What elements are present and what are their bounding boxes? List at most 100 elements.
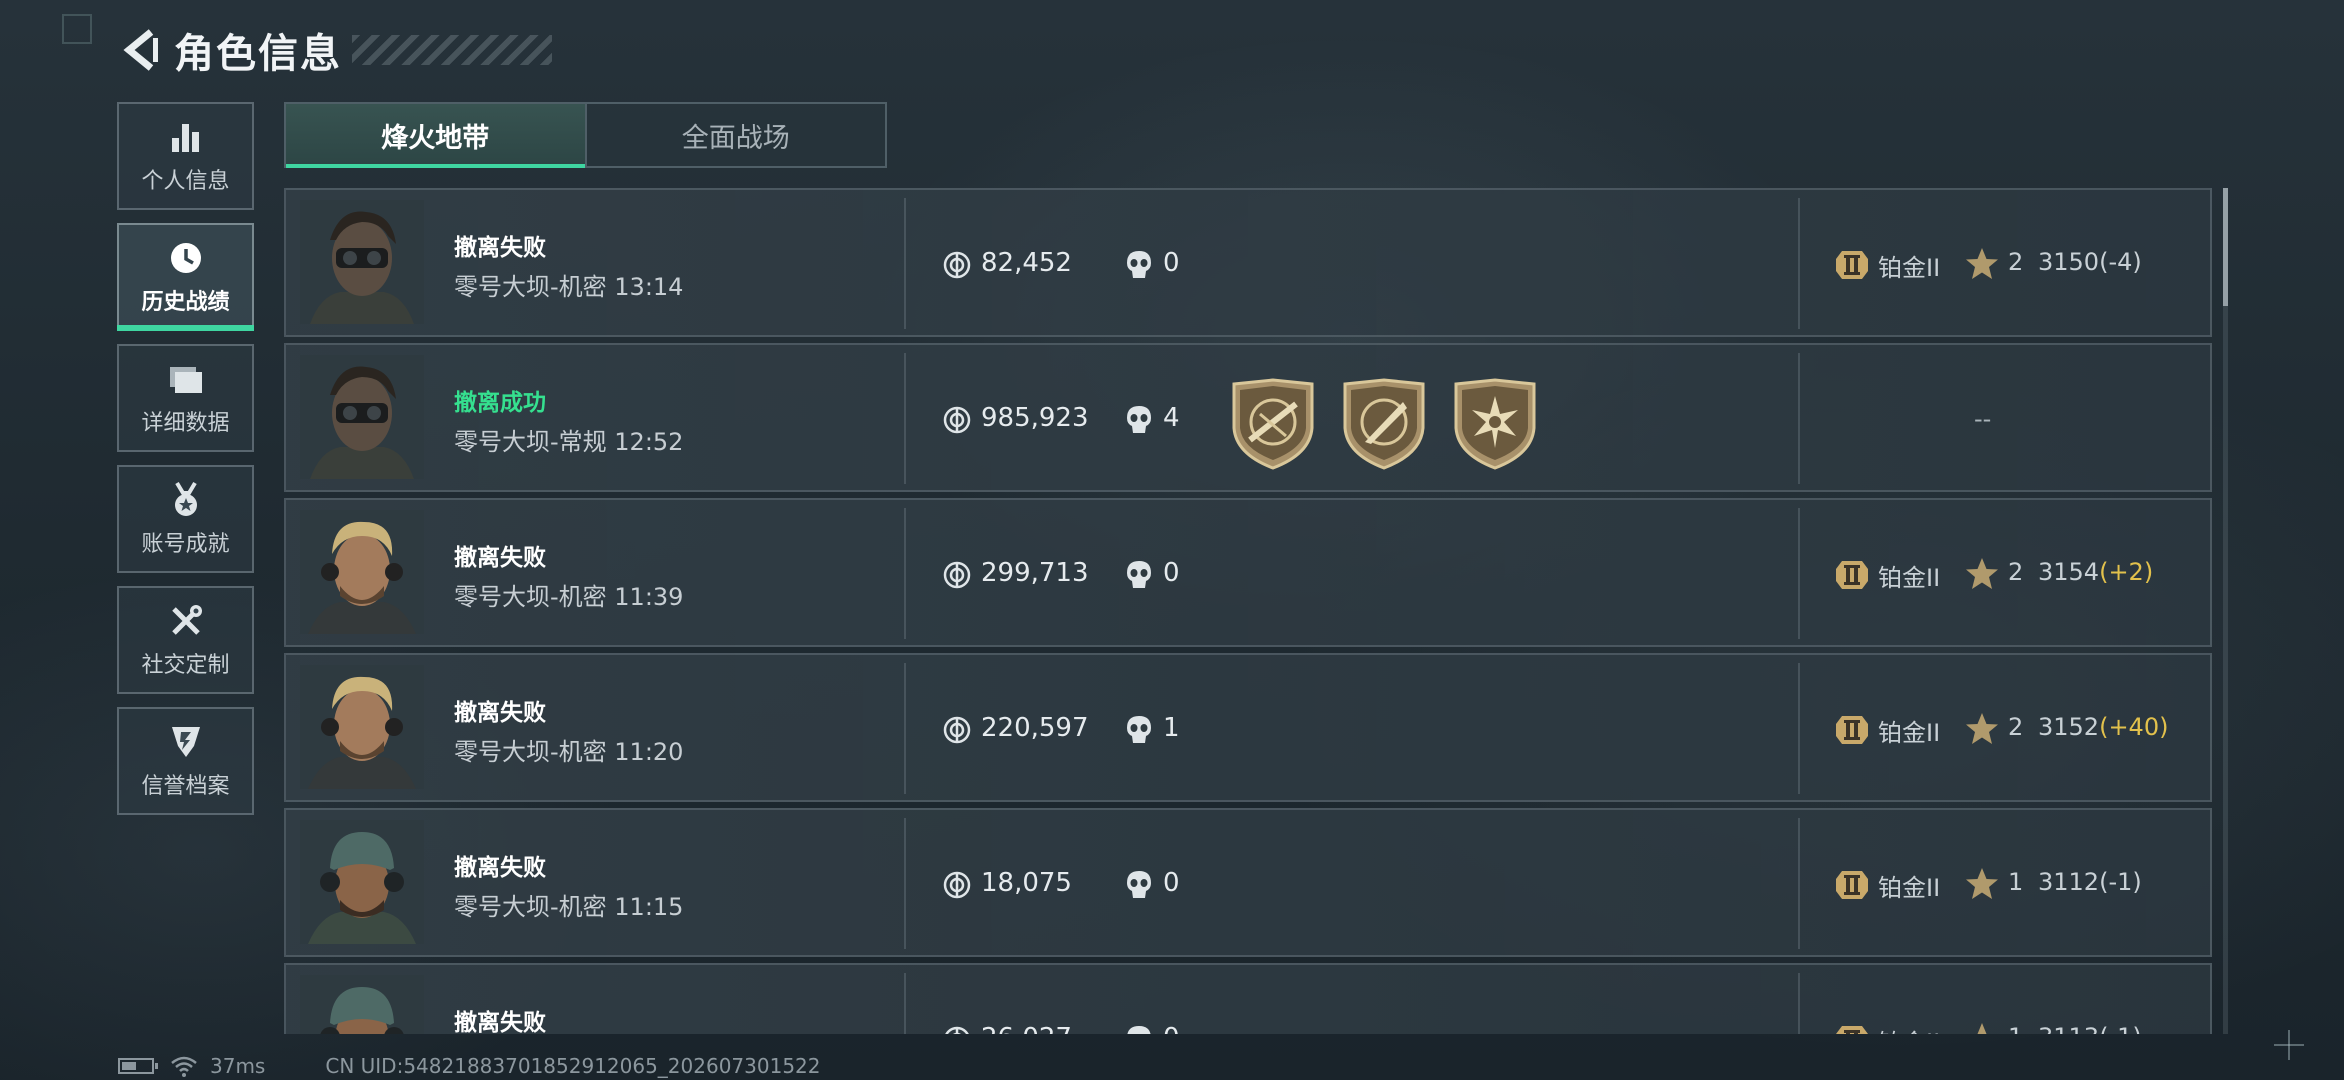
rank-placeholder: -- [1974, 405, 1992, 433]
rifle-medal-icon[interactable] [1230, 378, 1316, 470]
platinum-rank-icon [1836, 716, 1868, 744]
map-and-time: 零号大坝-机密 11:39 [454, 583, 684, 611]
row-divider [904, 663, 906, 794]
match-history-list[interactable]: 撤离失败 零号大坝-机密 13:14 82,452 0 铂金II 2 3150(… [284, 188, 2212, 1034]
row-divider [1798, 818, 1800, 949]
rank-name: 铂金II [1878, 254, 1941, 282]
row-divider [1798, 198, 1800, 329]
knife-medal-icon[interactable] [1341, 378, 1427, 470]
title-decoration [352, 35, 552, 65]
sidebar-item-label: 账号成就 [141, 532, 230, 557]
platinum-rank-icon [1836, 871, 1868, 899]
skull-icon [1127, 251, 1151, 278]
row-divider [904, 198, 906, 329]
score-delta: (-1) [2099, 868, 2142, 896]
user-uid: CN UID:548218837018529120​65_20260730152… [325, 1054, 821, 1078]
coin-icon [943, 561, 971, 589]
star-icon [1977, 1023, 1987, 1034]
scrollbar-thumb[interactable] [2223, 188, 2228, 306]
battery-icon [118, 1058, 158, 1074]
skull-icon [1127, 561, 1151, 588]
rank-stars: 1 [2008, 868, 2024, 896]
score-delta: (-4) [2099, 248, 2142, 276]
score-value: 3154 [2038, 558, 2100, 586]
rank-name: 铂金II [1878, 1023, 1940, 1034]
map-and-time: 零号大坝-机密 11:20 [454, 738, 684, 766]
skull-icon [1127, 871, 1151, 898]
operator-cap-avatar [300, 975, 424, 1034]
operator-blond-avatar [300, 510, 424, 634]
medal-icon [166, 480, 206, 520]
rank-name: 铂金II [1878, 719, 1941, 747]
sidebar-item-achievements[interactable]: 账号成就 [117, 465, 254, 573]
skull-icon [1127, 1026, 1151, 1034]
kill-count: 0 [1163, 248, 1180, 278]
extraction-result: 撤离失败 [454, 235, 546, 261]
sidebar-item-label: 社交定制 [141, 653, 230, 678]
status-footer: 37ms CN UID:548218837018529120​65_202607… [118, 1052, 821, 1080]
match-row[interactable]: 撤离失败 零号大坝-机密 11:15 18,075 0 铂金II 1 3112(… [284, 808, 2212, 957]
row-divider [1798, 973, 1800, 1034]
platinum-rank-icon [1836, 561, 1868, 589]
corner-plus-decoration [2274, 1030, 2304, 1060]
row-divider [1798, 353, 1800, 484]
match-row[interactable]: 撤离失败 26,027 0 铂金II 1 3113(-1) [284, 963, 2212, 1034]
kill-count: 0 [1163, 558, 1180, 588]
rank-score: 3112(-1) [2038, 868, 2142, 896]
ping-value: 37ms [210, 1054, 266, 1078]
rank-stars: 2 [2008, 248, 2024, 276]
map-and-time: 零号大坝-机密 11:15 [454, 893, 684, 921]
row-divider [904, 353, 906, 484]
burst-medal-icon[interactable] [1452, 378, 1538, 470]
sidebar-item-credit-record[interactable]: 信誉档案 [117, 707, 254, 815]
loot-value: 26,027 [981, 1023, 1072, 1034]
extraction-result: 撤离成功 [454, 390, 546, 416]
rank-name: 铂金II [1878, 874, 1941, 902]
shield-icon [166, 722, 206, 762]
back-button[interactable] [118, 25, 164, 75]
sidebar-item-label: 历史战绩 [141, 290, 230, 315]
row-divider [904, 973, 906, 1034]
bar-chart-icon [166, 117, 206, 157]
skull-icon [1127, 406, 1151, 433]
rank-score: 3113(-1) [2038, 1023, 2142, 1034]
match-row[interactable]: 撤离失败 零号大坝-机密 11:39 299,713 0 铂金II 2 3154… [284, 498, 2212, 647]
operator-goggles-avatar [300, 200, 424, 324]
sidebar-item-personal-info[interactable]: 个人信息 [117, 102, 254, 210]
star-icon [1966, 713, 1998, 744]
sidebar-item-detailed-data[interactable]: 详细数据 [117, 344, 254, 452]
score-delta: (+40) [2099, 713, 2169, 741]
rank-score: 3154(+2) [2038, 558, 2153, 586]
rank-stars: 2 [2008, 558, 2024, 586]
tab-full-battlefield[interactable]: 全面战场 [584, 104, 886, 166]
loot-value: 82,452 [981, 248, 1072, 278]
rank-stars: 1 [2008, 1023, 2023, 1034]
sidebar-item-match-history[interactable]: 历史战绩 [117, 223, 254, 331]
match-row[interactable]: 撤离失败 零号大坝-机密 13:14 82,452 0 铂金II 2 3150(… [284, 188, 2212, 337]
match-row[interactable]: 撤离成功 零号大坝-常规 12:52 985,923 4 -- [284, 343, 2212, 492]
kill-count: 0 [1163, 868, 1180, 898]
back-arrow-icon [123, 29, 158, 71]
rank-score: 3152(+40) [2038, 713, 2168, 741]
rank-stars: 2 [2008, 713, 2024, 741]
page-title: 角色信息 [174, 31, 342, 77]
mode-tabs: 烽火地带 全面战场 [284, 102, 887, 168]
score-value: 3112 [2038, 868, 2100, 896]
sidebar-item-label: 详细数据 [141, 411, 230, 436]
folder-icon [166, 359, 206, 399]
row-divider [1798, 663, 1800, 794]
kill-count: 1 [1163, 713, 1180, 743]
sidebar-item-social-custom[interactable]: 社交定制 [117, 586, 254, 694]
extraction-result: 撤离失败 [454, 700, 546, 726]
header: 角色信息 [118, 20, 552, 80]
coin-icon [943, 716, 971, 744]
coin-icon [943, 251, 971, 279]
match-row[interactable]: 撤离失败 零号大坝-机密 11:20 220,597 1 铂金II 2 3152… [284, 653, 2212, 802]
wifi-icon [171, 1056, 197, 1077]
medal-list [1230, 378, 1538, 470]
skull-icon [1127, 716, 1151, 743]
row-divider [1798, 508, 1800, 639]
tab-beacon-zone[interactable]: 烽火地带 [286, 104, 585, 168]
map-and-time: 零号大坝-机密 13:14 [454, 273, 684, 301]
list-scrollbar[interactable] [2223, 188, 2228, 1034]
